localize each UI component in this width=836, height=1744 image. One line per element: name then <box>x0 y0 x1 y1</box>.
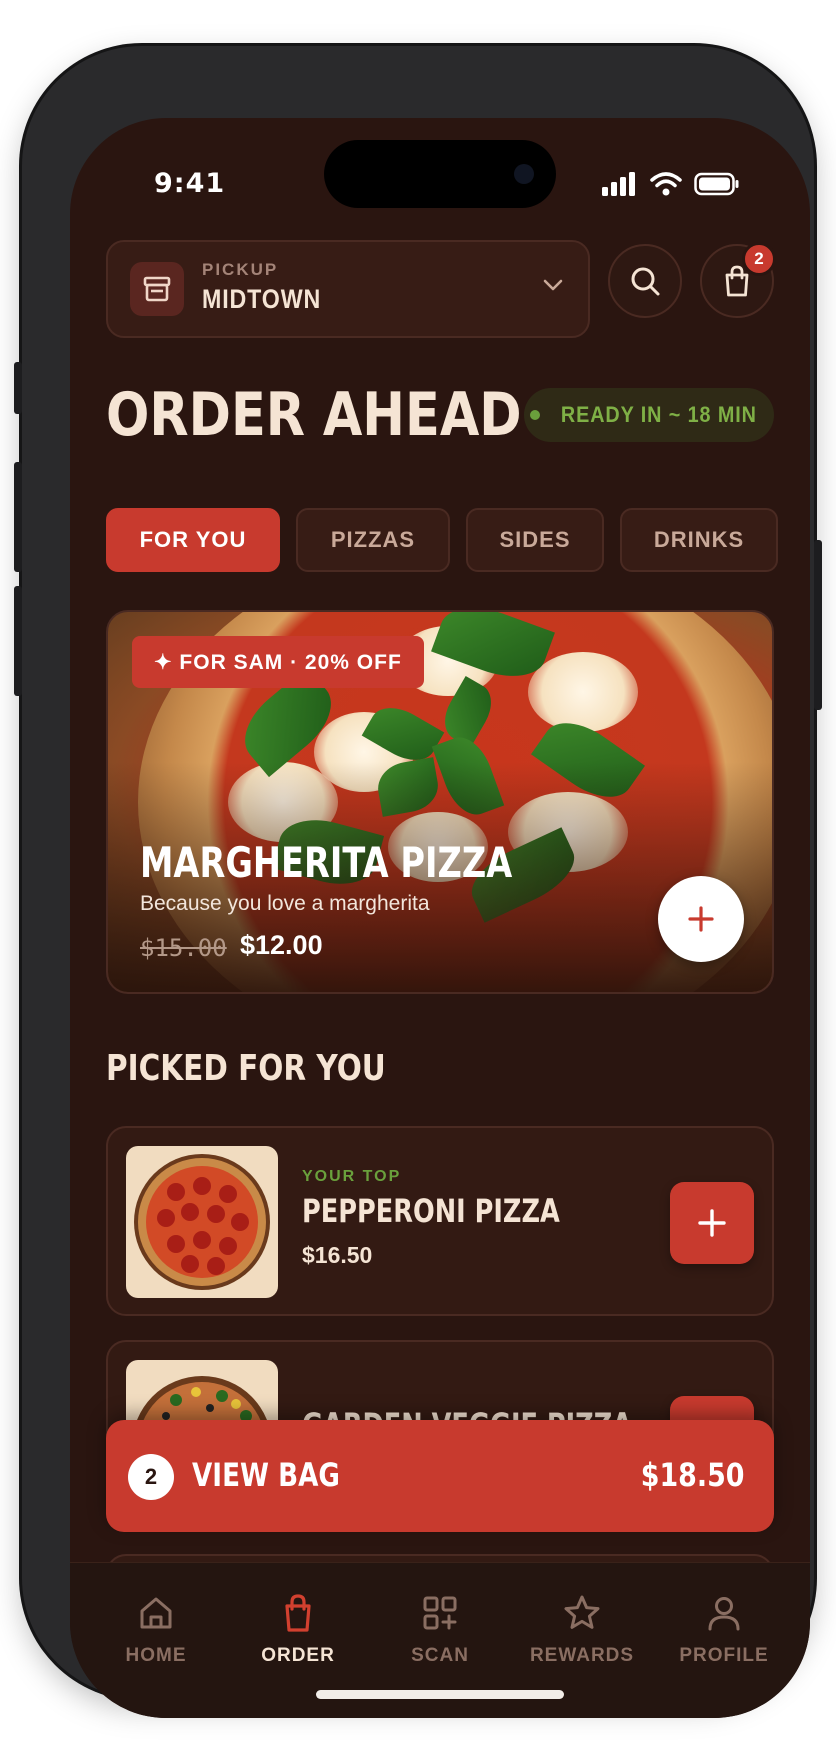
nav-label: ORDER <box>261 1645 335 1666</box>
wifi-icon <box>650 172 682 196</box>
search-icon <box>631 267 660 296</box>
volume-up-button <box>14 462 22 572</box>
featured-price: $12.00 <box>240 930 323 960</box>
promo-badge: ✦ FOR SAM · 20% OFF <box>132 636 424 688</box>
phone-frame: 9:41 PICKUP MIDTOWN 2 ORDER AHEAD READY … <box>14 46 822 1718</box>
nav-label: PROFILE <box>679 1645 769 1666</box>
item-price: $16.50 <box>302 1242 373 1268</box>
featured-item-card[interactable]: ✦ FOR SAM · 20% OFF MARGHERITA PIZZA Bec… <box>106 610 774 994</box>
star-icon <box>564 1595 600 1629</box>
dynamic-island <box>324 140 556 208</box>
app-screen: 9:41 PICKUP MIDTOWN 2 ORDER AHEAD READY … <box>70 118 810 1718</box>
ready-time-badge: READY IN ~ 18 MIN <box>524 388 774 442</box>
person-icon <box>708 1597 740 1631</box>
nav-label: HOME <box>125 1645 187 1666</box>
tab-sides[interactable]: SIDES <box>466 508 604 572</box>
menu-item-card[interactable]: YOUR TOP PEPPERONI PIZZA $16.50 <box>106 1126 774 1316</box>
featured-item-name: MARGHERITA PIZZA <box>140 838 513 887</box>
home-indicator[interactable] <box>316 1690 564 1699</box>
nav-rewards[interactable]: REWARDS <box>512 1591 652 1667</box>
add-item-button[interactable] <box>670 1182 754 1264</box>
tab-for-you[interactable]: FOR YOU <box>106 508 280 572</box>
plus-icon <box>688 906 714 932</box>
mute-switch <box>14 362 22 414</box>
page-title: ORDER AHEAD <box>106 380 522 450</box>
bag-count: 2 <box>128 1454 174 1500</box>
item-name: PEPPERONI PIZZA <box>302 1192 560 1230</box>
chevron-down-icon <box>543 279 563 291</box>
section-title: PICKED FOR YOU <box>106 1048 386 1089</box>
nav-scan[interactable]: SCAN <box>370 1591 510 1667</box>
nav-label: REWARDS <box>529 1645 635 1666</box>
bag-total: $18.50 <box>640 1456 744 1494</box>
volume-down-button <box>14 586 22 696</box>
search-button[interactable] <box>608 244 682 318</box>
pickup-label: PICKUP <box>202 260 279 279</box>
shopping-bag-icon <box>285 1594 311 1632</box>
home-icon <box>140 1597 172 1629</box>
add-featured-button[interactable] <box>658 876 744 962</box>
pickup-location-selector[interactable]: PICKUP MIDTOWN <box>106 240 590 338</box>
qr-scan-icon <box>423 1596 457 1630</box>
tab-drinks[interactable]: DRINKS <box>620 508 778 572</box>
status-dot <box>530 410 541 420</box>
view-bag-button[interactable]: 2 VIEW BAG $18.50 <box>106 1420 774 1532</box>
store-icon <box>130 262 184 316</box>
nav-profile[interactable]: PROFILE <box>654 1591 794 1667</box>
status-time: 9:41 <box>154 168 226 199</box>
pepperoni-pizza-image <box>126 1146 278 1298</box>
pickup-location: MIDTOWN <box>202 284 322 314</box>
tab-pizzas[interactable]: PIZZAS <box>296 508 450 572</box>
cart-count-badge: 2 <box>742 242 776 276</box>
cellular-signal-icon <box>602 172 635 196</box>
cart-button[interactable]: 2 <box>700 242 776 318</box>
status-icons <box>602 172 740 196</box>
nav-label: SCAN <box>411 1645 469 1666</box>
item-tag: YOUR TOP <box>302 1168 402 1185</box>
featured-old-price: $15.00 <box>140 934 227 962</box>
plus-icon <box>698 1209 726 1237</box>
power-button <box>814 540 822 710</box>
nav-order[interactable]: ORDER <box>228 1591 368 1667</box>
nav-home[interactable]: HOME <box>86 1591 226 1667</box>
ready-time-text: READY IN ~ 18 MIN <box>561 402 757 427</box>
view-bag-label: VIEW BAG <box>192 1456 340 1494</box>
featured-item-subtitle: Because you love a margherita <box>140 892 430 915</box>
battery-icon <box>694 172 739 196</box>
